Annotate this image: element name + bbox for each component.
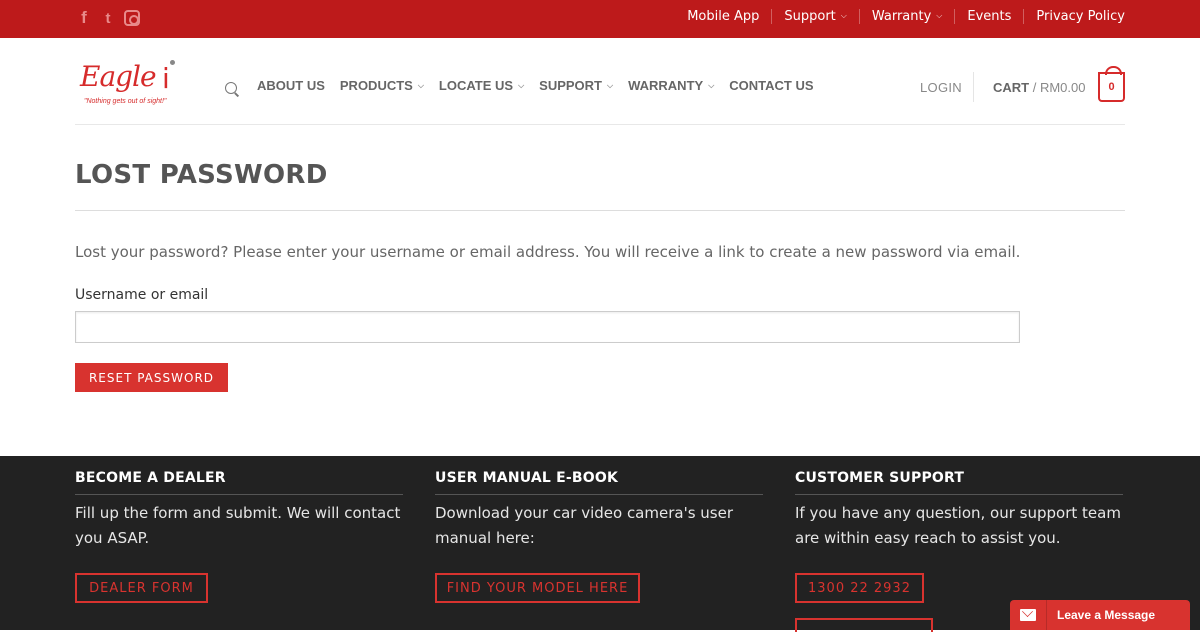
chat-label: Leave a Message (1057, 608, 1156, 622)
site-logo[interactable]: Eagle i "Nothing gets out of sight!" (80, 60, 180, 110)
intro-text: Lost your password? Please enter your us… (75, 243, 1021, 261)
footer-heading: BECOME A DEALER (75, 470, 403, 495)
cart-amount: RM0.00 (1039, 80, 1086, 95)
logo-dot (170, 60, 175, 65)
header-divider (973, 72, 974, 102)
envelope-icon (1020, 609, 1036, 621)
footer-heading: USER MANUAL E-BOOK (435, 470, 763, 495)
page-title: LOST PASSWORD (75, 160, 328, 190)
social-links: f t (76, 8, 140, 27)
chevron-down-icon: ⌵ (607, 80, 614, 90)
chevron-down-icon: ⌵ (708, 80, 715, 90)
cart-link[interactable]: CART / RM0.00 (993, 80, 1085, 95)
cart-label: CART (993, 80, 1030, 95)
dealer-form-button[interactable]: DEALER FORM (75, 573, 208, 603)
chevron-down-icon: ⌵ (417, 80, 424, 90)
footer-column-dealer: BECOME A DEALER Fill up the form and sub… (75, 470, 403, 551)
login-link[interactable]: LOGIN (920, 80, 962, 95)
footer-text: Download your car video camera's user ma… (435, 504, 734, 547)
cart-count: 0 (1108, 81, 1115, 93)
nav-locate-us[interactable]: LOCATE US ⌵ (439, 78, 524, 93)
chevron-down-icon: ⌵ (936, 11, 943, 20)
find-model-button[interactable]: FIND YOUR MODEL HERE (435, 573, 640, 603)
logo-word: Eagle (80, 60, 157, 93)
nav-warranty[interactable]: WARRANTY ⌵ (628, 78, 714, 93)
instagram-icon[interactable] (124, 10, 140, 26)
facebook-icon[interactable]: f (76, 8, 92, 27)
top-bar: f t Mobile App Support ⌵ Warranty ⌵ Events… (0, 0, 1200, 38)
nav-contact-us[interactable]: CONTACT US (729, 78, 813, 93)
search-icon[interactable] (225, 82, 237, 94)
chevron-down-icon: ⌵ (518, 80, 525, 90)
top-nav: Mobile App Support ⌵ Warranty ⌵ Events Pri… (675, 0, 1125, 32)
footer-text: Fill up the form and submit. We will con… (75, 504, 401, 547)
topnav-events[interactable]: Events (954, 8, 1023, 24)
chevron-down-icon: ⌵ (840, 11, 847, 20)
footer-heading: CUSTOMER SUPPORT (795, 470, 1123, 495)
logo-tagline: "Nothing gets out of sight!" (84, 98, 167, 105)
topnav-mobile-app[interactable]: Mobile App (675, 9, 771, 24)
site-header: Eagle i "Nothing gets out of sight!" ABO… (75, 38, 1125, 125)
nav-about-us[interactable]: ABOUT US (257, 78, 325, 93)
main-nav: ABOUT US PRODUCTS ⌵ LOCATE US ⌵ SUPPORT ⌵ W… (257, 78, 814, 93)
twitter-icon[interactable]: t (100, 9, 116, 27)
cart-separator: / (1029, 80, 1040, 95)
reset-password-button[interactable]: RESET PASSWORD (75, 363, 228, 392)
footer-column-manual: USER MANUAL E-BOOK Download your car vid… (435, 470, 763, 551)
leave-message-widget[interactable]: Leave a Message (1010, 600, 1190, 630)
footer-column-support: CUSTOMER SUPPORT If you have any questio… (795, 470, 1123, 551)
title-divider (75, 210, 1125, 211)
topnav-warranty[interactable]: Warranty ⌵ (858, 8, 955, 24)
chat-separator (1046, 600, 1047, 630)
topnav-support[interactable]: Support ⌵ (771, 8, 858, 24)
nav-products[interactable]: PRODUCTS ⌵ (340, 78, 424, 93)
nav-support[interactable]: SUPPORT ⌵ (539, 78, 613, 93)
username-email-input[interactable] (75, 311, 1020, 343)
topnav-privacy-policy[interactable]: Privacy Policy (1023, 8, 1125, 24)
logo-mark: i (162, 62, 170, 95)
username-label: Username or email (75, 287, 209, 303)
support-phone-button[interactable]: 1300 22 2932 (795, 573, 924, 603)
footer-text: If you have any question, our support te… (795, 504, 1121, 547)
cart-bag-icon[interactable]: 0 (1098, 66, 1125, 102)
